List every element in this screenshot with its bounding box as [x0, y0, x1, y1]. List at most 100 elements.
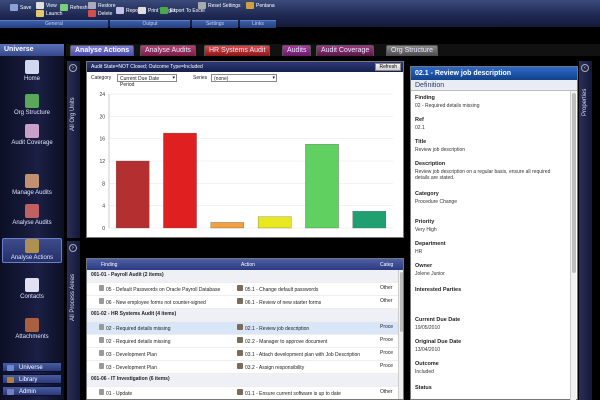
- table-row[interactable]: 01 - Update 01.1 - Ensure current softwar…: [87, 387, 403, 399]
- sidebar-section-button[interactable]: Library: [2, 374, 62, 384]
- group-row[interactable]: 001-06 - IT Investigation (6 items): [87, 374, 403, 387]
- refresh-button[interactable]: Refresh: [375, 63, 401, 71]
- expand-icon[interactable]: ›: [69, 244, 77, 252]
- tab[interactable]: Audits: [282, 45, 312, 56]
- process-areas-label: All Process Areas: [70, 273, 76, 321]
- collapse-icon[interactable]: ‹: [581, 64, 589, 72]
- sidebar-item[interactable]: Contacts: [2, 278, 62, 301]
- field-label: Outcome: [415, 361, 439, 367]
- ribbon-group-label: General: [0, 20, 108, 28]
- col-category[interactable]: Categ: [380, 262, 393, 268]
- action-icon: [237, 337, 243, 343]
- bar[interactable]: [257, 216, 292, 229]
- field-label: Description: [415, 161, 446, 167]
- sidebar-item[interactable]: Audit Coverage: [2, 124, 62, 147]
- ribbon-button[interactable]: Pentana: [246, 2, 275, 9]
- grid-scrollbar[interactable]: [398, 270, 403, 399]
- detail-scrollbar[interactable]: [570, 91, 576, 400]
- grid-header: Finding Action Categ: [87, 259, 403, 270]
- field-value[interactable]: Review job description on a regular basi…: [415, 169, 565, 181]
- ribbon-icon: [10, 4, 18, 11]
- series-select[interactable]: (none): [211, 74, 277, 82]
- org-units-strip[interactable]: › All Org Units: [67, 61, 80, 238]
- chart-filter-bar: Audit State=NOT Closed; Outcome Type=Inc…: [87, 62, 403, 72]
- bar[interactable]: [305, 144, 339, 229]
- ribbon-button[interactable]: View: [36, 2, 57, 9]
- nav-label: Manage Audits: [12, 190, 52, 196]
- section-icon: [7, 365, 14, 371]
- tab[interactable]: Analyse Actions: [70, 45, 135, 56]
- ribbon-button[interactable]: Refresh: [60, 4, 88, 11]
- ribbon-icon: [36, 10, 44, 17]
- group-row[interactable]: 001-01 - Payroll Audit (2 items): [87, 270, 403, 283]
- ribbon-label: Restore: [98, 2, 116, 9]
- ribbon-group-label: Links: [240, 20, 276, 28]
- action-cell: 06.1 - Review of new starter forms: [245, 300, 322, 306]
- col-finding[interactable]: Finding: [101, 262, 117, 268]
- detail-section: Definition: [411, 80, 577, 91]
- ribbon-group-label: Output: [110, 20, 190, 28]
- field-value[interactable]: Review job description: [415, 147, 565, 153]
- tab[interactable]: Analyse Audits: [140, 45, 196, 56]
- field-value[interactable]: 13/04/2010: [415, 347, 565, 353]
- table-row[interactable]: 02 - Required details missing 02.2 - Mana…: [87, 335, 403, 348]
- nav-label: Audit Coverage: [11, 140, 53, 146]
- bar[interactable]: [163, 132, 197, 229]
- bar[interactable]: [352, 211, 387, 229]
- process-areas-strip[interactable]: › All Process Areas: [67, 241, 80, 400]
- bar[interactable]: [115, 160, 150, 229]
- expand-icon[interactable]: ›: [69, 64, 77, 72]
- action-icon: [237, 324, 243, 330]
- field-value[interactable]: Procedure Change: [415, 199, 565, 205]
- col-action[interactable]: Action: [241, 262, 255, 268]
- ribbon-button[interactable]: Delete: [88, 10, 112, 17]
- group-row[interactable]: 001-02 - HR Systems Audit (4 items): [87, 309, 403, 322]
- nav-icon: [25, 239, 39, 253]
- ribbon-button[interactable]: Save: [10, 4, 31, 11]
- field-value[interactable]: 02.1: [415, 125, 565, 131]
- section-icon: [7, 377, 14, 383]
- properties-strip[interactable]: ‹ Properties: [579, 61, 592, 400]
- ribbon-label: Pentana: [256, 2, 275, 9]
- y-tick-label: 16: [99, 137, 105, 143]
- table-row[interactable]: 02 - Required details missing 02.1 - Revi…: [87, 322, 403, 335]
- sidebar-item[interactable]: Analyse Actions: [2, 238, 62, 263]
- table-row[interactable]: 03 - Development Plan 03.1 - Attach devel…: [87, 348, 403, 361]
- action-cell: 02.1 - Review job description: [245, 326, 310, 332]
- category-cell: Other: [380, 285, 393, 291]
- tab[interactable]: HR Systems Audit: [204, 45, 271, 56]
- table-row[interactable]: 03 - Development Plan 03.2 - Assign respo…: [87, 361, 403, 374]
- field-value[interactable]: Jolene Junior: [415, 271, 565, 277]
- field-value[interactable]: 02 - Required details missing: [415, 103, 565, 109]
- document-icon: [99, 298, 104, 304]
- sidebar-item[interactable]: Analyse Audits: [2, 204, 62, 227]
- tab[interactable]: Org Structure: [386, 45, 439, 56]
- category-cell: Proce: [380, 324, 394, 330]
- sidebar-section-button[interactable]: Admin: [2, 386, 62, 396]
- ribbon-button[interactable]: Restore: [88, 2, 116, 9]
- sidebar-item[interactable]: Attachments: [2, 318, 62, 341]
- table-row[interactable]: 06 - New employee forms not counter-sign…: [87, 296, 403, 309]
- bar[interactable]: [210, 222, 245, 229]
- document-icon: [99, 389, 104, 395]
- category-cell: Other: [380, 298, 393, 304]
- ribbon-button[interactable]: Launch: [36, 10, 62, 17]
- field-value[interactable]: Very High: [415, 227, 565, 233]
- category-select[interactable]: Current Due Date Period: [117, 74, 177, 88]
- sidebar-item[interactable]: Manage Audits: [2, 174, 62, 197]
- tab[interactable]: Audit Coverage: [316, 45, 375, 56]
- sidebar-item[interactable]: Org Structure: [2, 94, 62, 117]
- field-value[interactable]: HR: [415, 249, 565, 255]
- ribbon-label: View: [46, 2, 57, 9]
- finding-cell: 05 - Default Passwords on Oracle Payroll…: [106, 287, 221, 293]
- action-cell: 03.2 - Assign responsibility: [245, 365, 305, 371]
- field-value[interactable]: Included: [415, 369, 565, 375]
- table-row[interactable]: 05 - Default Passwords on Oracle Payroll…: [87, 283, 403, 296]
- ribbon-icon: [116, 7, 124, 14]
- field-value[interactable]: 19/05/2010: [415, 325, 565, 331]
- sidebar-section-button[interactable]: Universe: [2, 362, 62, 372]
- y-tick-label: 4: [102, 204, 105, 210]
- sidebar-item[interactable]: Home: [2, 60, 62, 83]
- ribbon-button[interactable]: Reset Settings: [198, 2, 241, 9]
- ribbon-icon: [88, 2, 96, 9]
